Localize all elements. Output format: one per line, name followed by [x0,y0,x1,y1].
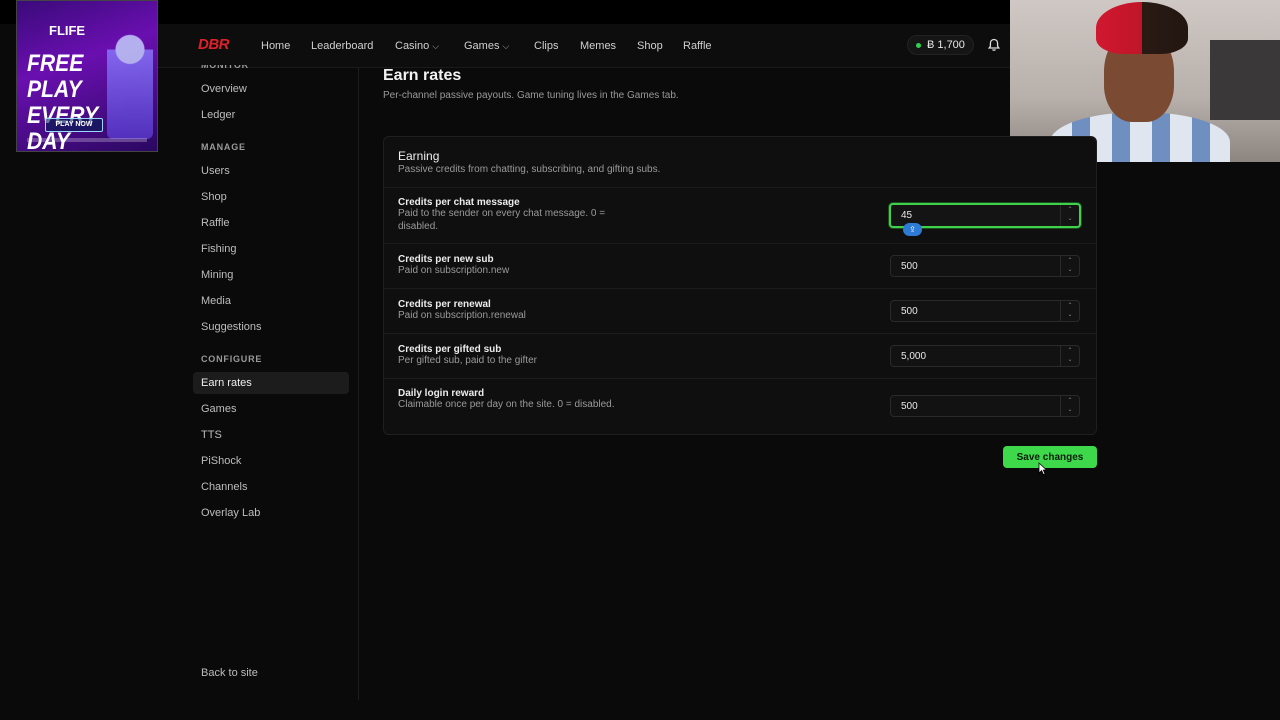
daily-login-reward-field[interactable] [891,396,1061,416]
sidebar-item-overlay-lab[interactable]: Overlay Lab [201,507,260,519]
input-method-icon: ⇪ [903,223,922,236]
section-title-manage: MANAGE [201,142,246,152]
nav-home[interactable]: Home [261,40,290,52]
earning-card [383,136,1097,435]
nav-memes[interactable]: Memes [580,40,616,52]
row-help-new-sub: Paid on subscription.new [398,265,510,276]
row-label-new-sub: Credits per new sub [398,254,494,265]
new-sub-credits-input[interactable]: ⌃⌄ [890,255,1080,277]
sidebar-item-channels[interactable]: Channels [201,481,247,493]
sidebar-divider [358,68,359,700]
row-help-renewal: Paid on subscription.renewal [398,310,526,321]
ad-headline: FREE PLAY EVERY DAY [27,50,98,152]
section-title-configure: CONFIGURE [201,354,263,364]
page-title: Earn rates [383,67,462,84]
site-logo[interactable]: DBR [198,36,230,53]
ad-banner[interactable]: FLIFE FREE PLAY EVERY DAY PLAY NOW [16,0,158,152]
stepper-arrows-icon[interactable]: ⌃ ⌄ [1060,346,1079,366]
sidebar-item-pishock[interactable]: PiShock [201,455,241,467]
save-changes-button[interactable]: Save changes [1003,446,1097,468]
row-divider [384,333,1096,334]
stepper-arrows-icon[interactable]: ⌃ ⌄ [1060,256,1079,276]
row-label-gifted-sub: Credits per gifted sub [398,344,502,355]
mouse-cursor-icon [1038,462,1048,476]
row-divider [384,187,1096,188]
sidebar-item-games[interactable]: Games [201,403,236,415]
webcam-background [1210,40,1280,120]
new-sub-credits-field[interactable] [891,256,1061,276]
gifted-sub-credits-field[interactable] [891,346,1061,366]
nav-shop[interactable]: Shop [637,40,663,52]
row-help-chat-message: Paid to the sender on every chat message… [398,208,606,232]
card-title: Earning [398,149,440,163]
ad-play-now-button[interactable]: PLAY NOW [45,118,103,132]
sidebar-item-suggestions[interactable]: Suggestions [201,321,262,333]
nav-casino[interactable]: Casino ⌵ [395,40,439,52]
nav-clips[interactable]: Clips [534,40,558,52]
balance-value: Ƀ 1,700 [927,39,965,51]
nav-games-label: Games [464,40,500,52]
sidebar-item-raffle[interactable]: Raffle [201,217,230,229]
sidebar-item-shop[interactable]: Shop [201,191,227,203]
row-label-renewal: Credits per renewal [398,299,491,310]
row-label-daily-login: Daily login reward [398,388,485,399]
chevron-down-icon: ⌵ [502,41,510,51]
nav-games[interactable]: Games ⌵ [464,40,509,52]
row-label-chat-message: Credits per chat message [398,197,520,208]
renewal-credits-field[interactable] [891,301,1061,321]
online-dot-icon [916,42,921,48]
stepper-arrows-icon[interactable]: ⌃ ⌄ [1060,301,1079,321]
balance-pill[interactable]: Ƀ 1,700 [907,35,974,55]
ad-fine-print [27,138,147,142]
gifted-sub-credits-input[interactable]: ⌃⌄ [890,345,1080,367]
nav-casino-label: Casino [395,40,430,52]
renewal-credits-input[interactable]: ⌃⌄ [890,300,1080,322]
nav-raffle[interactable]: Raffle [683,40,712,52]
ad-brand: FLIFE [49,23,86,38]
sidebar-item-fishing[interactable]: Fishing [201,243,236,255]
row-divider [384,243,1096,244]
sidebar-item-users[interactable]: Users [201,165,230,177]
nav-leaderboard[interactable]: Leaderboard [311,40,373,52]
webcam-hair [1096,2,1188,54]
row-help-daily-login: Claimable once per day on the site. 0 = … [398,399,615,410]
row-help-gifted-sub: Per gifted sub, paid to the gifter [398,355,537,366]
sidebar-item-overview[interactable]: Overview [201,83,247,95]
sidebar-item-earn-rates[interactable]: Earn rates [201,377,252,389]
sidebar-item-media[interactable]: Media [201,295,231,307]
daily-login-reward-input[interactable]: ⌃⌄ [890,395,1080,417]
row-divider [384,288,1096,289]
stepper-arrows-icon[interactable]: ⌃ ⌄ [1060,396,1079,416]
stepper-arrows-icon[interactable]: ⌃ ⌄ [1060,205,1079,226]
sidebar-item-mining[interactable]: Mining [201,269,233,281]
page-subtitle: Per-channel passive payouts. Game tuning… [383,90,679,101]
back-to-site-link[interactable]: Back to site [201,667,258,679]
row-divider [384,378,1096,379]
chevron-down-icon: ⌵ [432,41,440,51]
sidebar-item-tts[interactable]: TTS [201,429,222,441]
sidebar-item-ledger[interactable]: Ledger [201,109,235,121]
bell-icon[interactable] [987,38,1001,52]
card-subtitle: Passive credits from chatting, subscribi… [398,164,661,175]
